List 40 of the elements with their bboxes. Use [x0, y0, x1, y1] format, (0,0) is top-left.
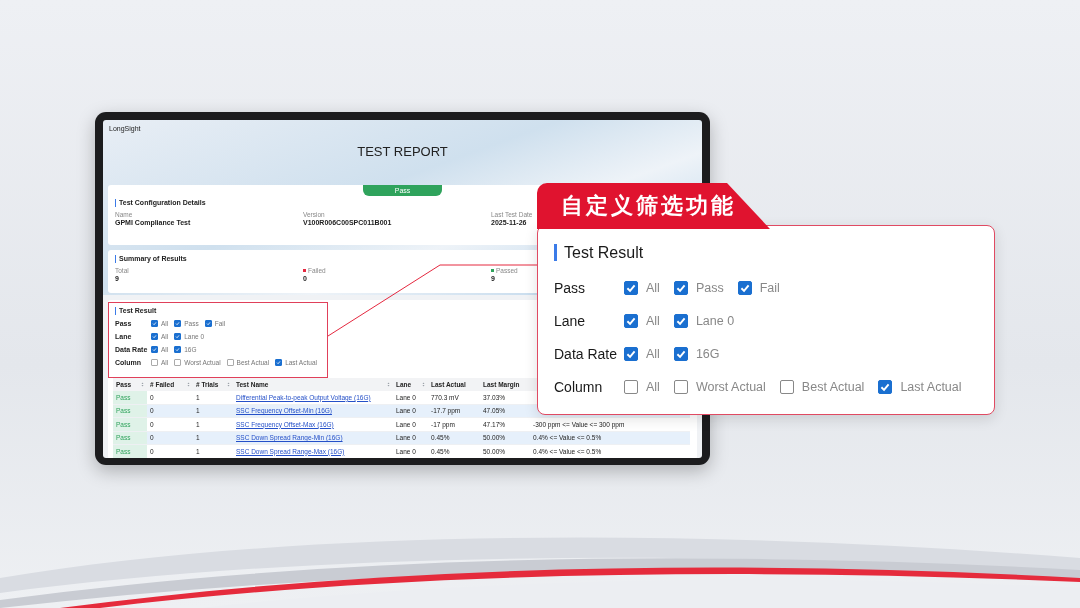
- report-title: TEST REPORT: [357, 144, 448, 159]
- checkbox[interactable]: [878, 380, 893, 394]
- checkbox[interactable]: [275, 359, 283, 366]
- checkbox[interactable]: [204, 320, 212, 327]
- checkbox[interactable]: [624, 380, 638, 394]
- option-label: Lane 0: [695, 314, 735, 328]
- checkbox[interactable]: [673, 314, 688, 328]
- checkbox[interactable]: [624, 347, 638, 361]
- checkbox[interactable]: [151, 333, 158, 340]
- filter-label: Lane: [554, 313, 587, 329]
- checkbox[interactable]: [624, 281, 638, 295]
- section-heading: Test Result: [554, 244, 644, 261]
- option-label: Last Actual: [900, 380, 962, 394]
- option-label: All: [646, 314, 660, 328]
- checkbox[interactable]: [673, 281, 688, 295]
- checkbox[interactable]: [151, 346, 158, 353]
- checkbox[interactable]: [174, 346, 182, 353]
- checkbox[interactable]: [151, 359, 158, 366]
- checkbox[interactable]: [624, 314, 638, 328]
- option-label: All: [646, 347, 660, 361]
- callout-tag: 自定义筛选功能: [537, 183, 770, 229]
- checkbox[interactable]: [151, 320, 158, 327]
- option-label: Fail: [759, 281, 780, 295]
- option-label: All: [646, 281, 660, 295]
- option-label: Best Actual: [801, 380, 865, 394]
- option-label: Worst Actual: [695, 380, 766, 394]
- filter-label: Pass: [554, 280, 587, 296]
- option-label: All: [646, 380, 660, 394]
- checkbox[interactable]: [174, 320, 182, 327]
- filter-label: Column: [554, 379, 604, 395]
- checkbox[interactable]: [673, 347, 688, 361]
- checkbox[interactable]: [779, 380, 794, 394]
- filter-label: Data Rate: [554, 346, 619, 362]
- checkbox[interactable]: [174, 359, 182, 366]
- checkbox[interactable]: [174, 333, 182, 340]
- checkbox[interactable]: [737, 281, 752, 295]
- checkbox[interactable]: [673, 380, 688, 394]
- option-label: 16G: [695, 347, 720, 361]
- option-label: Pass: [695, 281, 724, 295]
- checkbox[interactable]: [226, 359, 234, 366]
